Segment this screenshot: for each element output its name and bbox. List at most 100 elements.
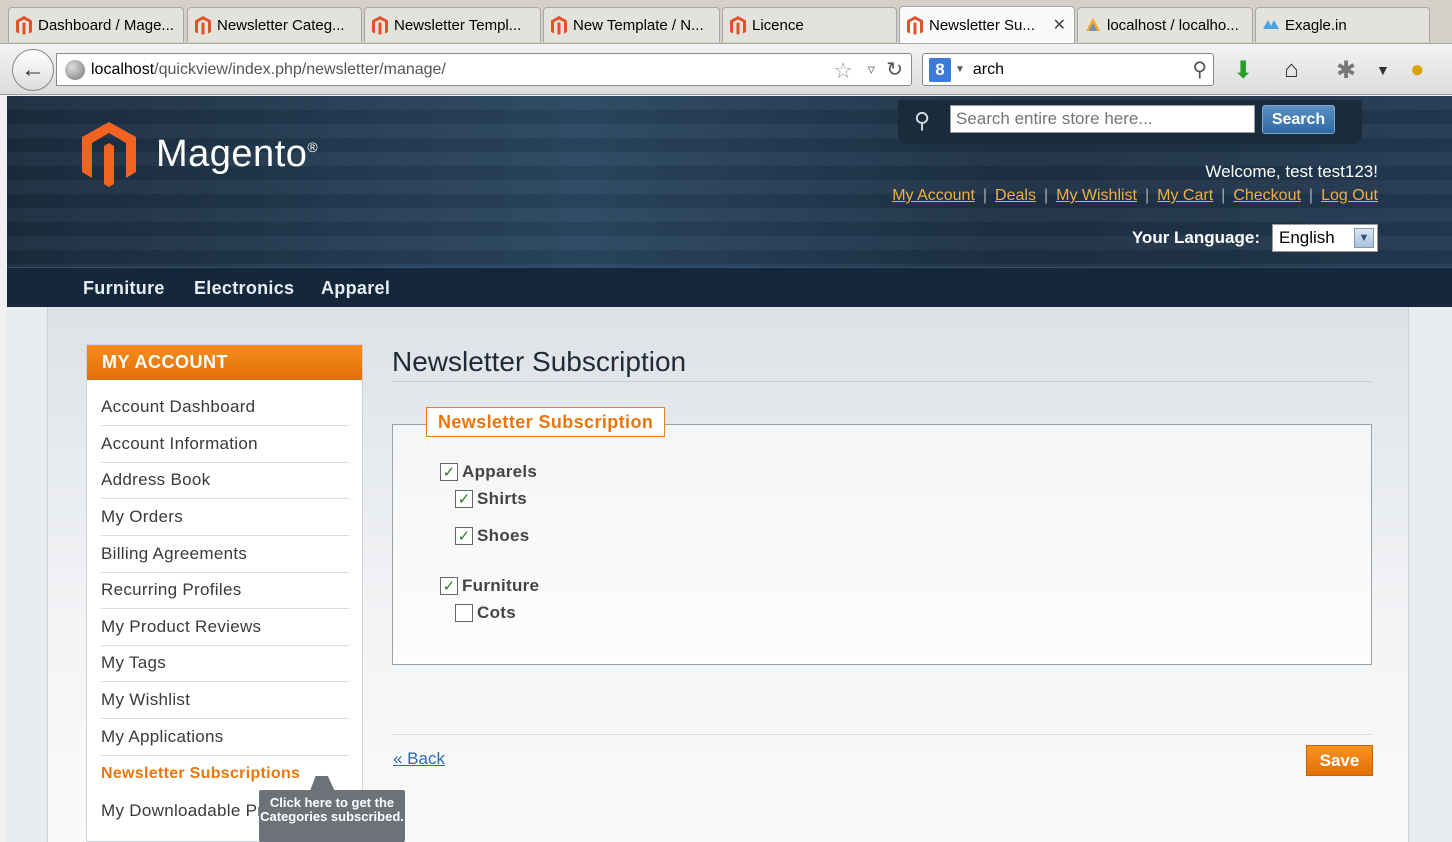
link-separator: |: [1145, 187, 1150, 204]
magento-icon: [907, 16, 923, 35]
magento-logo-icon: [82, 122, 136, 187]
browser-tab-newsletter-subscription[interactable]: Newsletter Su... ✕: [899, 6, 1075, 43]
nav-electronics[interactable]: Electronics: [194, 278, 294, 299]
main-content: MY ACCOUNT Account Dashboard Account Inf…: [47, 307, 1409, 842]
home-icon[interactable]: ⌂: [1284, 56, 1299, 84]
browser-tab-new-template[interactable]: New Template / N...: [543, 7, 720, 42]
category-label: Furniture: [462, 576, 540, 595]
link-log-out[interactable]: Log Out: [1321, 187, 1378, 204]
google-search-engine-icon[interactable]: 8: [929, 57, 951, 82]
extension-globe-icon[interactable]: ●: [1410, 56, 1425, 84]
tab-label: New Template / N...: [573, 16, 704, 34]
link-checkout[interactable]: Checkout: [1233, 187, 1301, 204]
store-search-button[interactable]: Search: [1262, 105, 1335, 134]
category-label: Cots: [477, 603, 516, 622]
category-checkbox-cots[interactable]: Cots: [455, 603, 516, 623]
browser-tab-phpmyadmin[interactable]: localhost / localho...: [1077, 7, 1253, 42]
browser-tab-licence[interactable]: Licence: [722, 7, 897, 42]
tab-label: localhost / localho...: [1107, 16, 1239, 34]
menu-dropdown-icon[interactable]: ▼: [1376, 62, 1390, 78]
sidebar-item-account-information[interactable]: Account Information: [101, 426, 349, 463]
title-divider: [392, 381, 1372, 382]
link-my-cart[interactable]: My Cart: [1157, 187, 1213, 204]
store-search-input[interactable]: [950, 105, 1255, 133]
bookmark-star-icon[interactable]: ☆: [833, 58, 853, 84]
close-tab-icon[interactable]: ✕: [1053, 15, 1066, 35]
language-select[interactable]: English ▼: [1272, 224, 1378, 252]
sidebar-title: MY ACCOUNT: [87, 345, 362, 380]
url-path: /quickview/index.php/newsletter/manage/: [154, 60, 446, 78]
back-link[interactable]: « Back: [393, 749, 445, 769]
nav-furniture[interactable]: Furniture: [83, 278, 165, 299]
sidebar-item-my-tags[interactable]: My Tags: [101, 645, 349, 682]
magento-icon: [16, 16, 32, 35]
browser-search-bar[interactable]: 8 ▼ arch ⚲: [922, 53, 1214, 86]
browser-tab-dashboard[interactable]: Dashboard / Mage...: [8, 7, 184, 42]
sidebar-item-my-orders[interactable]: My Orders: [101, 499, 349, 536]
checkbox-unchecked-icon[interactable]: [455, 604, 473, 622]
download-arrow-icon[interactable]: ⬇: [1233, 56, 1253, 85]
category-checkbox-shoes[interactable]: ✓ Shoes: [455, 526, 530, 546]
subscription-fieldset: [392, 424, 1372, 665]
tab-label: Newsletter Categ...: [217, 16, 345, 34]
category-checkbox-shirts[interactable]: ✓ Shirts: [455, 489, 527, 509]
magnifier-icon[interactable]: ⚲: [1192, 57, 1207, 82]
link-deals[interactable]: Deals: [995, 187, 1036, 204]
reload-icon[interactable]: ↻: [886, 57, 903, 82]
account-links: My Account | Deals | My Wishlist | My Cart | Che…: [892, 187, 1378, 205]
phpmyadmin-icon: [1086, 18, 1100, 31]
category-label: Shirts: [477, 489, 527, 508]
checkbox-checked-icon[interactable]: ✓: [455, 527, 473, 545]
sidebar-item-my-wishlist[interactable]: My Wishlist: [101, 682, 349, 719]
tab-label: Newsletter Templ...: [394, 16, 522, 34]
page-title: Newsletter Subscription: [392, 346, 687, 377]
nav-apparel[interactable]: Apparel: [321, 278, 390, 299]
url-host: localhost: [91, 60, 155, 78]
checkbox-checked-icon[interactable]: ✓: [440, 463, 458, 481]
checkbox-checked-icon[interactable]: ✓: [455, 490, 473, 508]
category-label: Shoes: [477, 526, 530, 545]
url-text: localhost/quickview/index.php/newsletter…: [91, 61, 446, 79]
browser-tab-newsletter-categories[interactable]: Newsletter Categ...: [187, 7, 362, 42]
browser-tab-newsletter-templates[interactable]: Newsletter Templ...: [364, 7, 541, 42]
category-checkbox-apparels[interactable]: ✓ Apparels: [440, 462, 537, 482]
category-checkbox-furniture[interactable]: ✓ Furniture: [440, 576, 539, 596]
logo-text: Magento: [156, 132, 308, 175]
magento-icon: [372, 16, 388, 35]
magento-icon: [195, 16, 211, 35]
sidebar-item-my-product-reviews[interactable]: My Product Reviews: [101, 609, 349, 646]
link-my-account[interactable]: My Account: [892, 187, 975, 204]
link-separator: |: [982, 187, 988, 204]
magento-icon: [551, 16, 567, 35]
browser-search-query: arch: [972, 60, 1005, 78]
sidebar-item-my-applications[interactable]: My Applications: [101, 719, 349, 756]
sidebar-item-recurring-profiles[interactable]: Recurring Profiles: [101, 572, 349, 609]
link-my-wishlist[interactable]: My Wishlist: [1056, 187, 1137, 204]
url-dropdown-icon[interactable]: ▿: [867, 60, 875, 78]
tab-label: Licence: [752, 16, 804, 34]
sidebar-item-account-dashboard[interactable]: Account Dashboard: [101, 389, 349, 426]
engine-dropdown-icon[interactable]: ▼: [955, 64, 965, 75]
link-separator: |: [1308, 187, 1314, 204]
category-nav: Furniture Electronics Apparel: [7, 267, 1452, 307]
sidebar-item-billing-agreements[interactable]: Billing Agreements: [101, 536, 349, 573]
search-icon: ⚲: [914, 108, 931, 133]
registered-mark: ®: [307, 138, 319, 155]
browser-back-button[interactable]: ←: [12, 49, 54, 91]
checkbox-checked-icon[interactable]: ✓: [440, 577, 458, 595]
browser-tab-exagle[interactable]: Exagle.in: [1255, 7, 1430, 42]
address-bar[interactable]: localhost/quickview/index.php/newsletter…: [56, 53, 912, 86]
browser-tab-bar: Dashboard / Mage... Newsletter Categ... …: [0, 0, 1452, 44]
save-button[interactable]: Save: [1306, 745, 1373, 776]
store-search-form: ⚲ Search: [898, 100, 1362, 144]
addon-icon[interactable]: ✱: [1336, 56, 1356, 85]
language-switcher: Your Language: English ▼: [1132, 224, 1378, 252]
tab-label: Exagle.in: [1285, 16, 1347, 34]
store-page: Magento® ⚲ Search Welcome, test test123!…: [7, 96, 1452, 842]
welcome-message: Welcome, test test123!: [1205, 162, 1378, 181]
magento-logo[interactable]: Magento®: [80, 120, 318, 188]
arrow-left-icon: ←: [21, 56, 45, 83]
sidebar-item-address-book[interactable]: Address Book: [101, 462, 349, 499]
account-sidebar: MY ACCOUNT Account Dashboard Account Inf…: [86, 344, 363, 842]
language-label: Your Language:: [1131, 228, 1260, 247]
